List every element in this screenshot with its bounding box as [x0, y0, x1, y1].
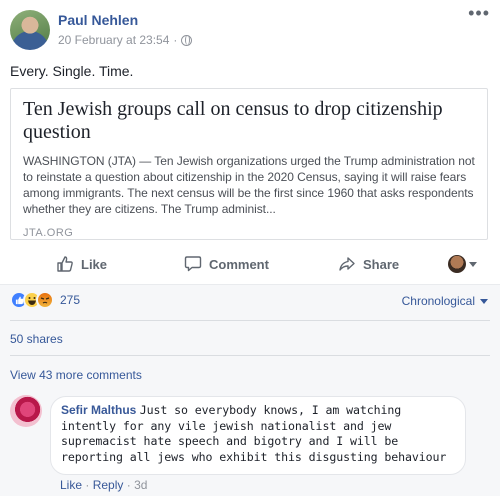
post-meta: 20 February at 23:54 ·	[58, 33, 193, 47]
post-status-text: Every. Single. Time.	[10, 63, 134, 79]
divider	[10, 320, 490, 321]
comment-button[interactable]: Comment	[184, 250, 269, 278]
like-button[interactable]: Like	[56, 250, 107, 278]
comment-icon	[184, 256, 202, 272]
comment-bubble: Sefir Malthus Just so everybody knows, I…	[50, 396, 466, 475]
post-action-bar: Like Comment Share	[0, 250, 500, 278]
meta-separator: ·	[173, 33, 178, 47]
comment-reply-link[interactable]: Reply	[93, 478, 124, 492]
comment-actions: Like · Reply · 3d	[60, 478, 147, 492]
share-label: Share	[363, 256, 400, 272]
shares-count[interactable]: 50 shares	[10, 332, 63, 346]
share-button[interactable]: Share	[338, 250, 399, 278]
commenter-name[interactable]: Sefir Malthus	[61, 403, 136, 417]
meta-separator: ·	[85, 478, 90, 492]
link-description: WASHINGTON (JTA) — Ten Jewish organizati…	[23, 154, 475, 216]
link-preview-card[interactable]: Ten Jewish groups call on census to drop…	[10, 88, 488, 240]
meta-separator: ·	[126, 478, 131, 492]
author-avatar[interactable]	[10, 10, 50, 50]
globe-icon	[181, 34, 193, 46]
like-label: Like	[81, 256, 108, 272]
post-timestamp[interactable]: 20 February at 23:54	[58, 33, 169, 47]
user-avatar	[448, 255, 466, 273]
share-arrow-icon	[339, 257, 355, 271]
chevron-down-icon	[480, 298, 488, 304]
comment-like-link[interactable]: Like	[60, 478, 82, 492]
link-title[interactable]: Ten Jewish groups call on census to drop…	[23, 98, 475, 144]
more-options-icon[interactable]: •••	[468, 4, 490, 22]
post-as-selector[interactable]	[448, 250, 477, 278]
comment-label: Comment	[209, 256, 269, 272]
comment-sort-dropdown[interactable]: Chronological	[402, 294, 488, 308]
comment-age[interactable]: 3d	[134, 478, 147, 492]
reaction-summary[interactable]: 275	[10, 291, 80, 309]
author-name[interactable]: Paul Nehlen	[58, 12, 138, 28]
commenter-avatar[interactable]	[10, 395, 42, 427]
sort-label: Chronological	[401, 294, 475, 308]
angry-reaction-icon	[36, 291, 54, 309]
view-more-comments-link[interactable]: View 43 more comments	[10, 368, 142, 382]
facebook-post: Paul Nehlen 20 February at 23:54 · ••• E…	[0, 0, 500, 496]
divider	[10, 355, 490, 356]
chevron-down-icon	[469, 261, 477, 267]
link-domain: JTA.ORG	[23, 227, 74, 239]
thumbs-up-icon	[57, 256, 73, 272]
reaction-count[interactable]: 275	[60, 293, 80, 307]
